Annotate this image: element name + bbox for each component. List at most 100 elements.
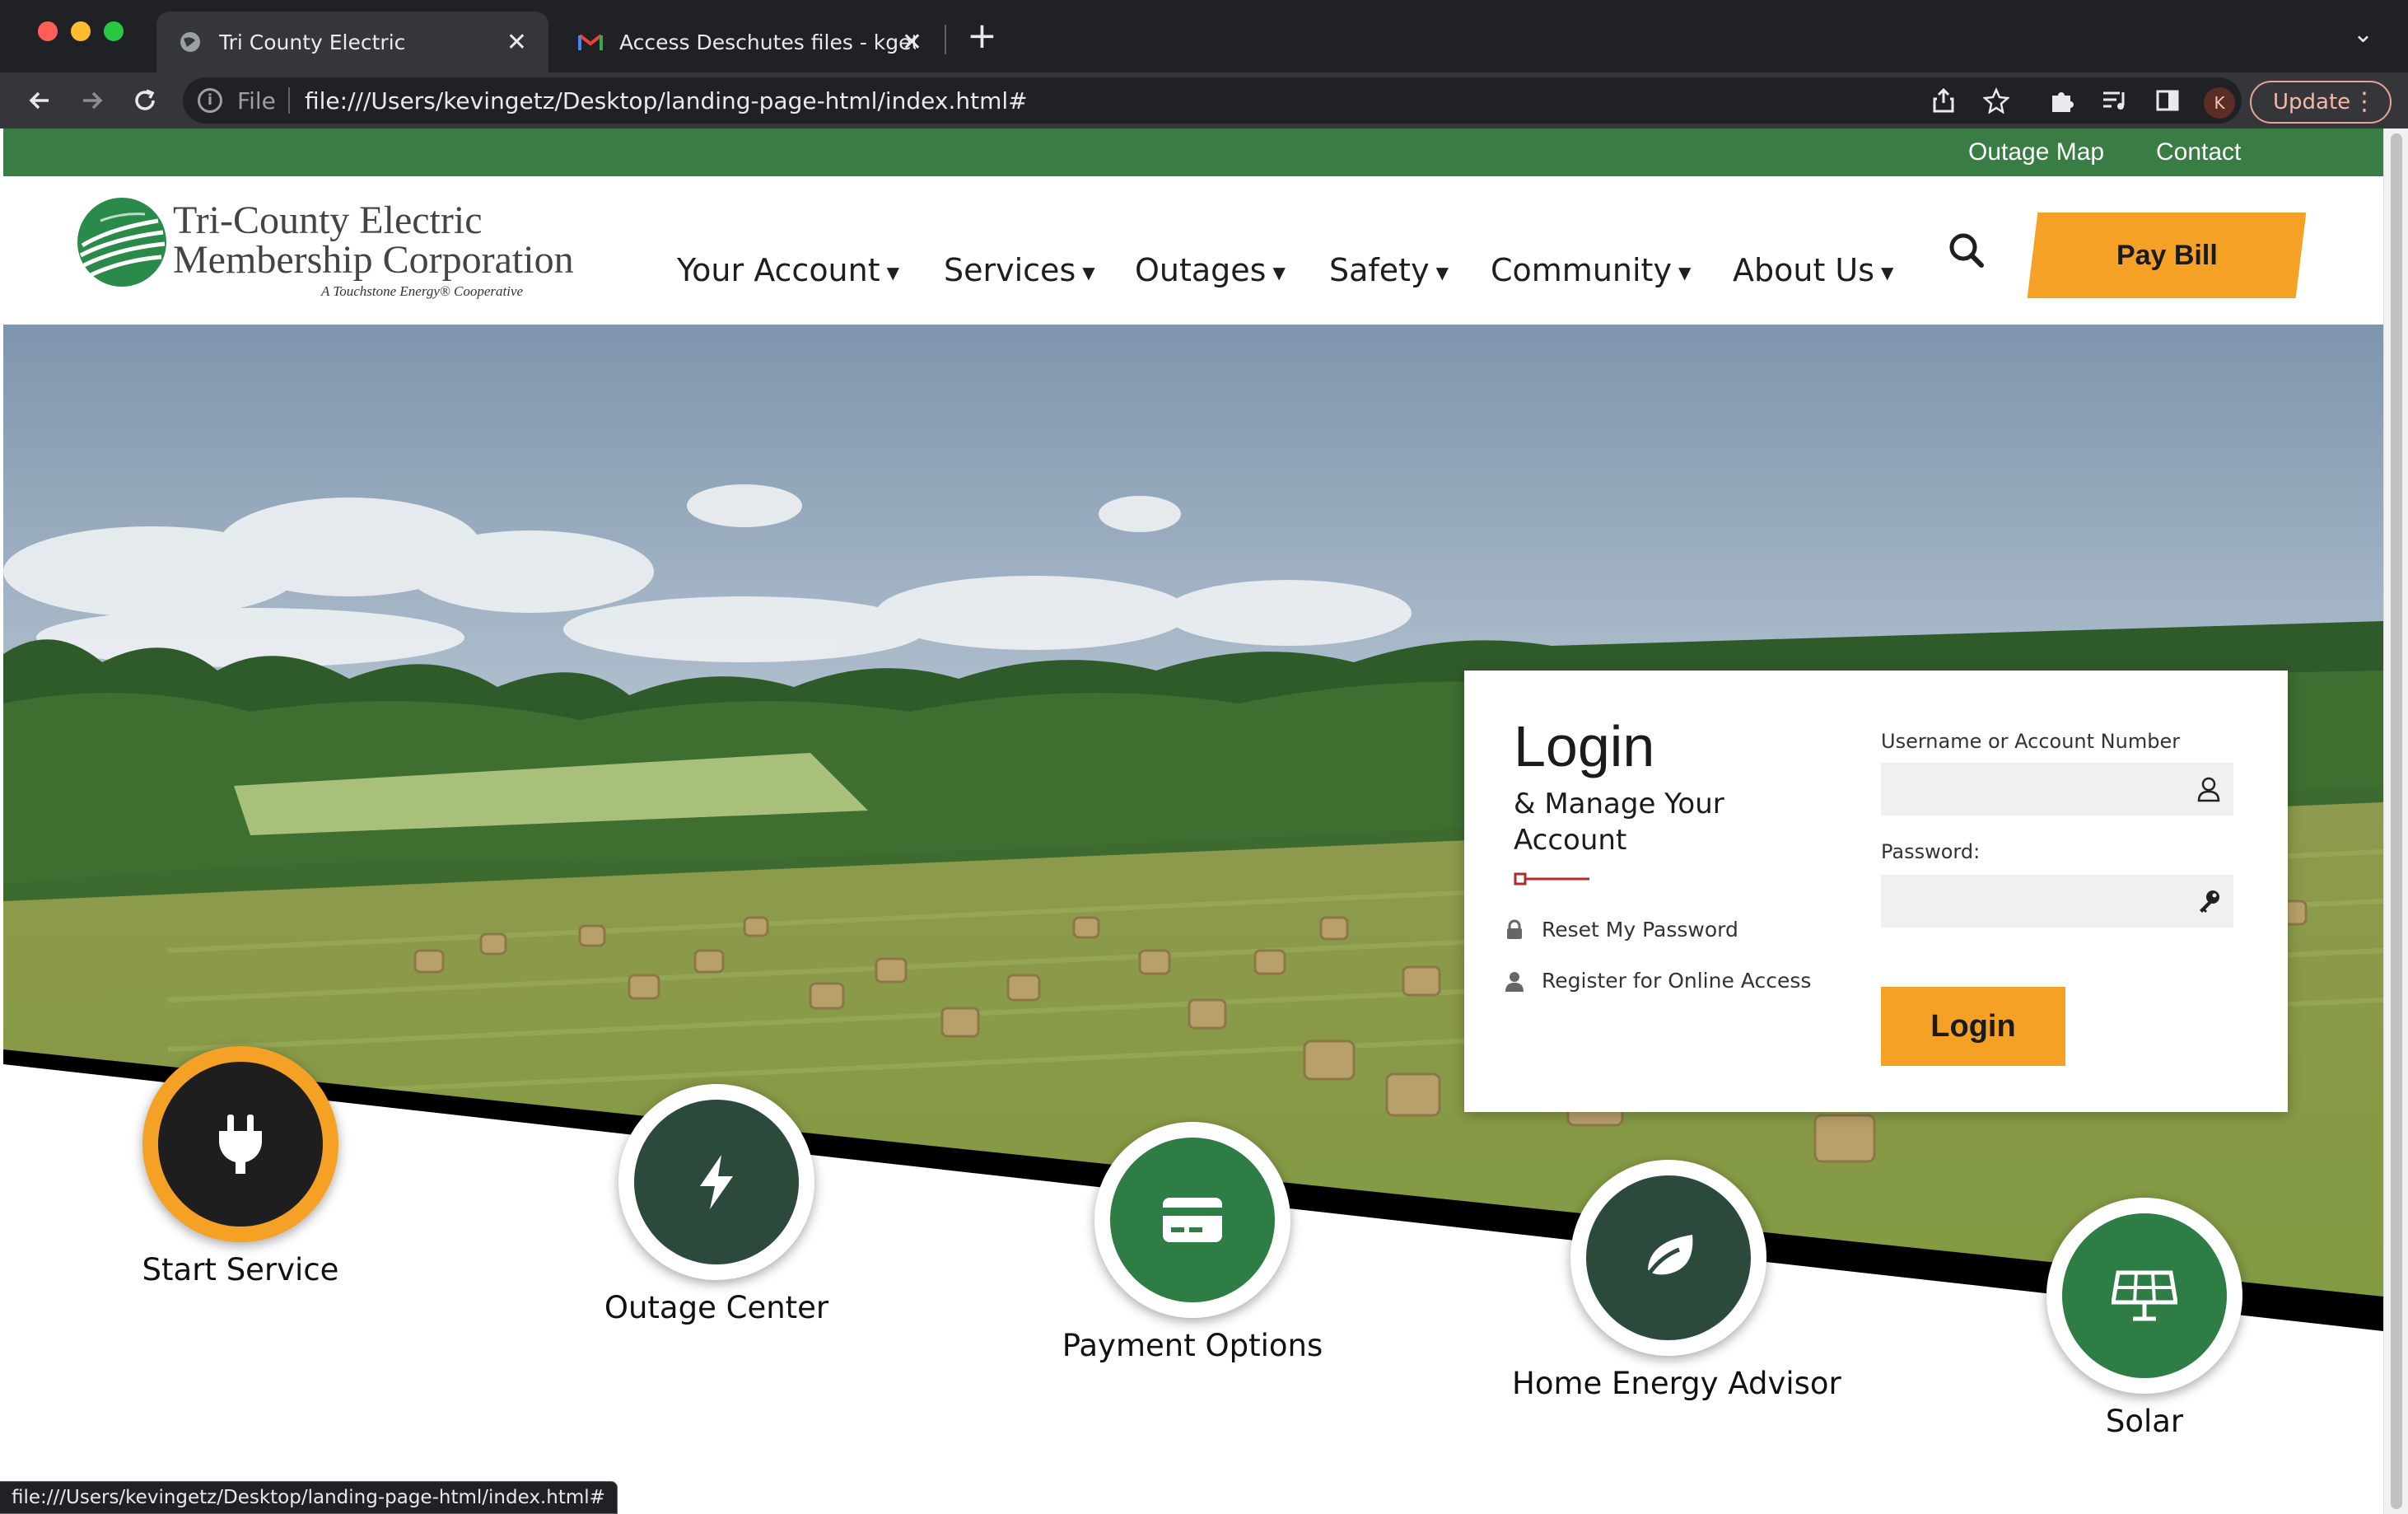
caret-down-icon: ▼ [1082,263,1095,283]
nav-label: Safety [1329,252,1430,288]
nav-services[interactable]: Services ▼ [944,252,1095,288]
quick-link-label: Home Energy Advisor [1512,1366,1841,1401]
info-icon[interactable]: i [198,88,222,113]
reset-password-link[interactable]: Reset My Password [1504,918,1738,942]
globe-icon [178,30,203,54]
register-online-access-link[interactable]: Register for Online Access [1504,969,1811,993]
url-text[interactable]: file:///Users/kevingetz/Desktop/landing-… [305,87,1028,114]
tab-title: Access Deschutes files - kgetz [619,30,916,54]
tab-title: Tri County Electric [219,30,406,54]
tab-tri-county-electric[interactable]: Tri County Electric ✕ [156,12,548,72]
user-icon [1505,971,1524,992]
quick-link-solar[interactable]: Solar [2037,1198,2252,1439]
scrollbar-thumb[interactable] [2391,133,2402,1509]
login-title: Login [1514,714,1655,778]
search-icon[interactable] [1944,227,1990,273]
nav-label: Outages [1135,252,1267,288]
caret-down-icon: ▼ [1881,263,1894,283]
close-window-button[interactable] [38,21,58,41]
user-outline-icon [2197,777,2220,802]
caret-down-icon: ▼ [1272,263,1286,283]
login-card: Login & Manage Your Account Reset My Pas… [1464,671,2288,1112]
logo-name-line1: Tri-County Electric [173,199,483,242]
quick-link-outage-center[interactable]: Outage Center [604,1084,828,1325]
browser-toolbar: i File file:///Users/kevingetz/Desktop/l… [0,72,2408,129]
quick-link-ring [1570,1160,1766,1356]
logo-tagline: A Touchstone Energy® Cooperative [321,283,524,299]
quick-link-start-service[interactable]: Start Service [133,1046,348,1287]
more-menu-icon[interactable]: ⋮ [2352,87,2377,116]
quick-link-ring [618,1084,814,1280]
bookmark-star-icon[interactable] [1980,84,2013,117]
quick-link-label: Payment Options [1062,1328,1323,1363]
hero-banner: Login & Manage Your Account Reset My Pas… [3,325,2383,1514]
tab-close-icon[interactable]: ✕ [506,28,527,57]
update-label: Update [2273,90,2351,114]
username-label: Username or Account Number [1881,730,2181,753]
quick-link-ring [1094,1122,1290,1318]
nav-outages[interactable]: Outages ▼ [1135,252,1286,288]
password-label: Password: [1881,840,1981,863]
contact-link[interactable]: Contact [2156,138,2241,166]
maximize-window-button[interactable] [104,21,124,41]
nav-community[interactable]: Community ▼ [1491,252,1691,288]
quick-link-disc [2062,1213,2227,1378]
page-scrollbar[interactable] [2383,129,2408,1514]
quick-link-label: Solar [2105,1404,2184,1439]
tab-search-chevron-icon[interactable]: ⌄ [2353,20,2373,49]
quick-link-ring [2046,1198,2242,1394]
outage-map-link[interactable]: Outage Map [1968,138,2104,166]
lock-icon [1507,919,1522,939]
quick-link-disc [634,1100,799,1264]
forward-arrow-icon[interactable] [74,82,110,119]
nav-your-account[interactable]: Your Account ▼ [677,252,899,288]
nav-about-us[interactable]: About Us ▼ [1733,252,1893,288]
username-field[interactable] [1881,763,2233,815]
tab-access-deschutes[interactable]: Access Deschutes files - kgetz ✕ [557,12,944,72]
plug-icon [219,1114,262,1174]
back-arrow-icon[interactable] [21,82,58,119]
lightning-icon [700,1155,733,1209]
caret-down-icon: ▼ [1678,263,1692,283]
cooperative-logo-icon[interactable] [76,196,168,288]
minimize-window-button[interactable] [71,21,91,41]
solar-panel-icon [2112,1270,2177,1321]
nav-label: About Us [1733,252,1875,288]
password-field[interactable] [1881,875,2233,928]
tab-close-icon[interactable]: ✕ [902,28,922,57]
register-online-access-label: Register for Online Access [1542,969,1812,993]
site-header: Tri-County Electric Membership Corporati… [3,176,2383,325]
key-icon [2200,890,2219,913]
caret-down-icon: ▼ [886,263,900,283]
reload-icon[interactable] [127,82,163,119]
utility-bar: Outage Map Contact [3,129,2383,176]
gmail-icon [578,30,603,54]
browser-titlebar: Tri County Electric ✕ Access Deschutes f… [0,0,2408,72]
new-tab-button[interactable]: + [967,16,997,56]
credit-card-icon [1163,1198,1222,1242]
quick-link-payment-options[interactable]: Payment Options [1062,1122,1323,1363]
url-scheme-label: File [237,87,276,114]
pay-bill-button[interactable]: Pay Bill [2027,213,2307,298]
caret-down-icon: ▼ [1435,263,1449,283]
quick-link-disc [1586,1175,1751,1340]
quick-link-disc [158,1062,323,1227]
quick-link-label: Outage Center [604,1290,829,1325]
login-button[interactable]: Login [1881,987,2065,1066]
nav-safety[interactable]: Safety ▼ [1329,252,1449,288]
leaf-icon [1642,1235,1693,1283]
link-status-bar: file:///Users/kevingetz/Desktop/landing-… [0,1481,618,1514]
quick-link-home-energy-advisor[interactable]: Home Energy Advisor [1512,1160,1841,1401]
quick-link-label: Start Service [142,1252,339,1287]
reset-password-label: Reset My Password [1542,918,1738,942]
reading-list-icon[interactable] [2098,84,2131,117]
nav-label: Community [1491,252,1672,288]
pay-bill-label: Pay Bill [2116,239,2218,271]
update-button[interactable]: Update ⋮ [2250,81,2392,124]
share-icon[interactable] [1927,84,1960,117]
profile-avatar[interactable]: K [2204,87,2235,119]
side-panel-icon[interactable] [2151,84,2184,117]
omnibox-divider [288,87,290,114]
extensions-puzzle-icon[interactable] [2046,84,2079,117]
tab-separator [945,25,946,54]
